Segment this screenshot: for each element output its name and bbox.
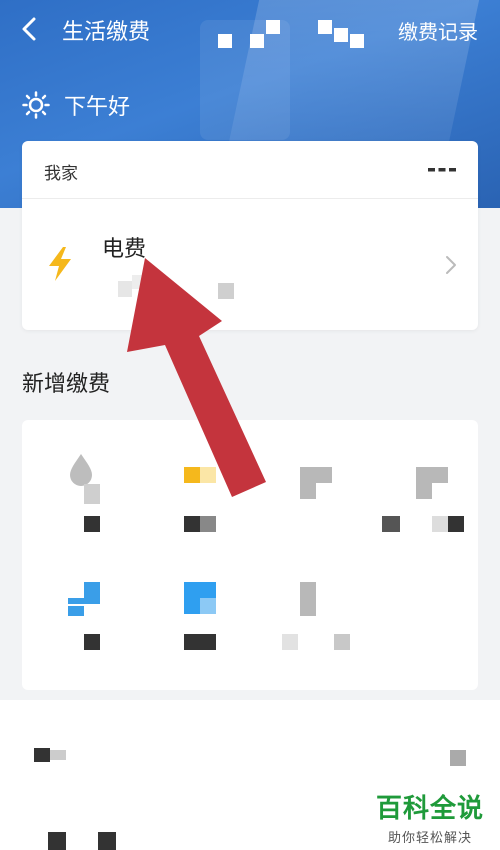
obscured-pixel xyxy=(382,516,400,532)
obscured-pixel xyxy=(84,516,100,532)
obscured-pixel xyxy=(200,516,216,532)
bolt-icon xyxy=(49,247,71,281)
obscured-pixel xyxy=(184,516,200,532)
obscured-pixel xyxy=(448,516,464,532)
water-drop-icon xyxy=(70,454,92,486)
obscured-pixel xyxy=(184,634,216,650)
greeting: 下午好 xyxy=(22,88,130,122)
obscured-pixel xyxy=(184,467,200,483)
service-item[interactable] xyxy=(282,440,382,550)
back-icon[interactable] xyxy=(18,16,42,42)
sun-icon xyxy=(22,91,50,119)
electricity-bill-item[interactable]: 电费 xyxy=(22,199,478,330)
obscured-pixel xyxy=(84,484,100,504)
obscured-pixel xyxy=(50,750,66,760)
service-item[interactable] xyxy=(162,440,262,550)
obscured-pixel xyxy=(84,582,100,598)
obscured-area xyxy=(334,28,348,42)
obscured-pixel xyxy=(68,606,84,616)
obscured-area xyxy=(318,20,332,34)
nav-bar: 生活缴费 缴费记录 xyxy=(0,0,500,58)
home-card: 我家 电费 xyxy=(22,141,478,330)
obscured-pixel xyxy=(282,634,298,650)
more-icon[interactable] xyxy=(428,167,456,173)
obscured-pixel xyxy=(450,750,466,766)
obscured-area xyxy=(350,34,364,48)
watermark: 百科全说 助你轻松解决 xyxy=(376,788,484,846)
greeting-text: 下午好 xyxy=(64,95,131,120)
service-grid xyxy=(22,420,478,690)
payment-records-link[interactable]: 缴费记录 xyxy=(398,16,478,45)
watermark-subtitle: 助你轻松解决 xyxy=(387,831,472,846)
obscured-area xyxy=(250,34,264,48)
watermark-title: 百科全说 xyxy=(375,794,484,824)
obscured-pixel xyxy=(416,483,432,499)
obscured-pixel xyxy=(48,832,66,850)
obscured-pixel xyxy=(300,483,316,499)
obscured-pixel xyxy=(300,467,332,483)
obscured-area xyxy=(218,34,232,48)
service-item[interactable] xyxy=(282,562,382,672)
obscured-account xyxy=(132,275,160,289)
chevron-right-icon xyxy=(446,256,456,274)
obscured-pixel xyxy=(334,634,350,650)
obscured-pixel xyxy=(300,582,316,616)
service-item[interactable] xyxy=(162,562,262,672)
service-item[interactable] xyxy=(42,562,142,672)
obscured-pixel xyxy=(98,832,116,850)
bill-name: 电费 xyxy=(102,237,147,262)
obscured-pixel xyxy=(200,598,216,614)
service-item[interactable] xyxy=(42,440,142,550)
service-item[interactable] xyxy=(378,440,478,550)
home-card-header: 我家 xyxy=(22,141,478,199)
obscured-area xyxy=(266,20,280,34)
section-title: 新增缴费 xyxy=(22,372,111,397)
obscured-pixel xyxy=(200,467,216,483)
obscured-account xyxy=(118,281,132,297)
obscured-pixel xyxy=(416,467,448,483)
obscured-account xyxy=(218,283,234,299)
obscured-pixel xyxy=(432,516,448,532)
page-title: 生活缴费 xyxy=(62,20,151,45)
obscured-pixel xyxy=(34,748,50,762)
obscured-pixel xyxy=(68,598,100,604)
obscured-pixel xyxy=(84,634,100,650)
home-label: 我家 xyxy=(44,164,78,184)
